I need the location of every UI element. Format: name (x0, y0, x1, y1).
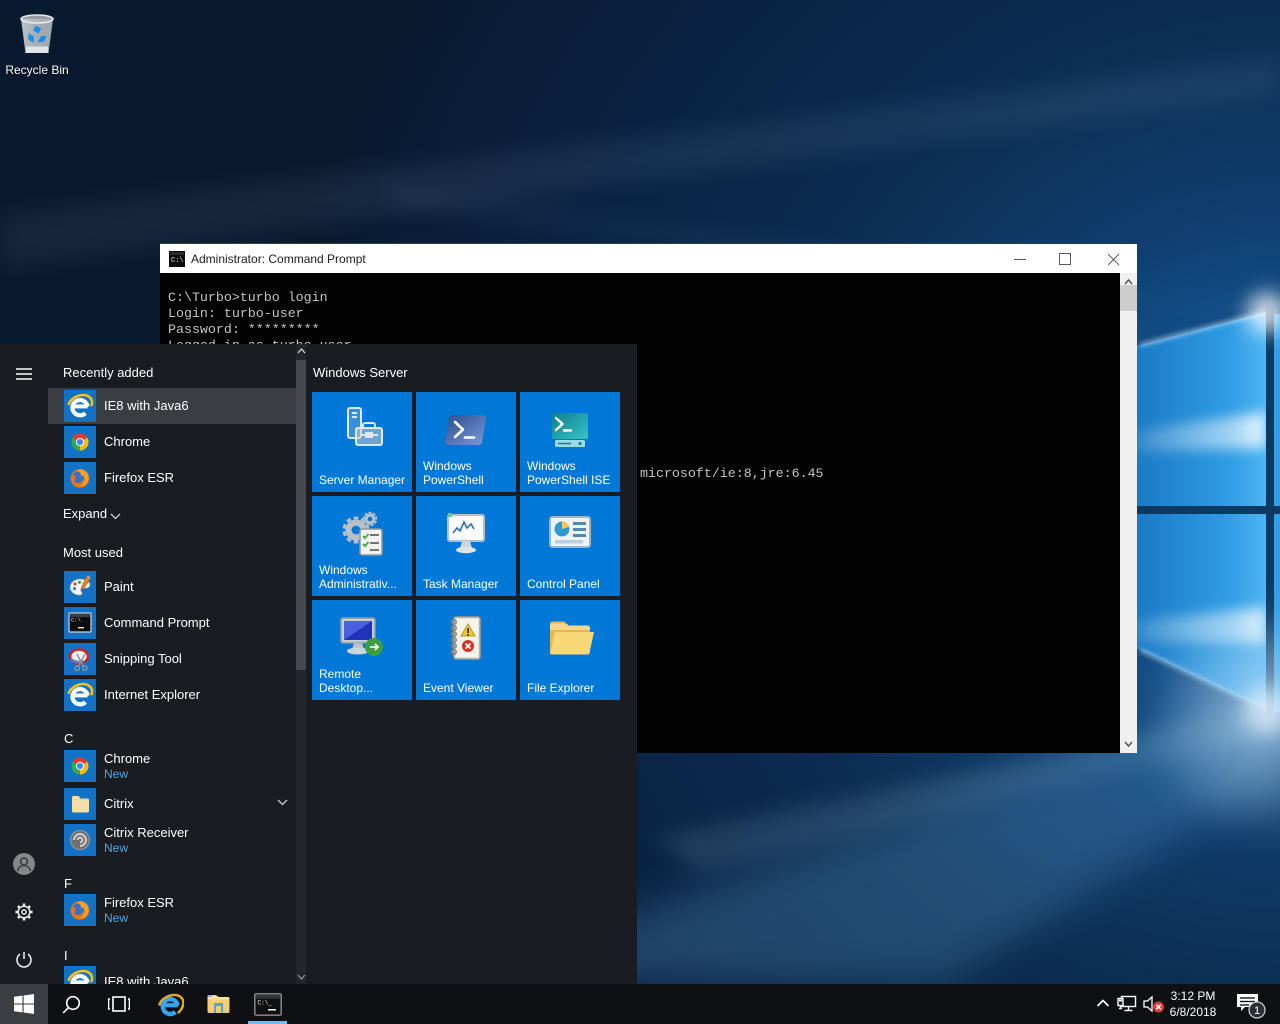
svg-text:C:\_: C:\_ (258, 1000, 273, 1007)
svg-text:C:\: C:\ (71, 617, 81, 624)
svg-text:C:\: C:\ (171, 257, 184, 265)
svg-text:1: 1 (1254, 1005, 1260, 1017)
